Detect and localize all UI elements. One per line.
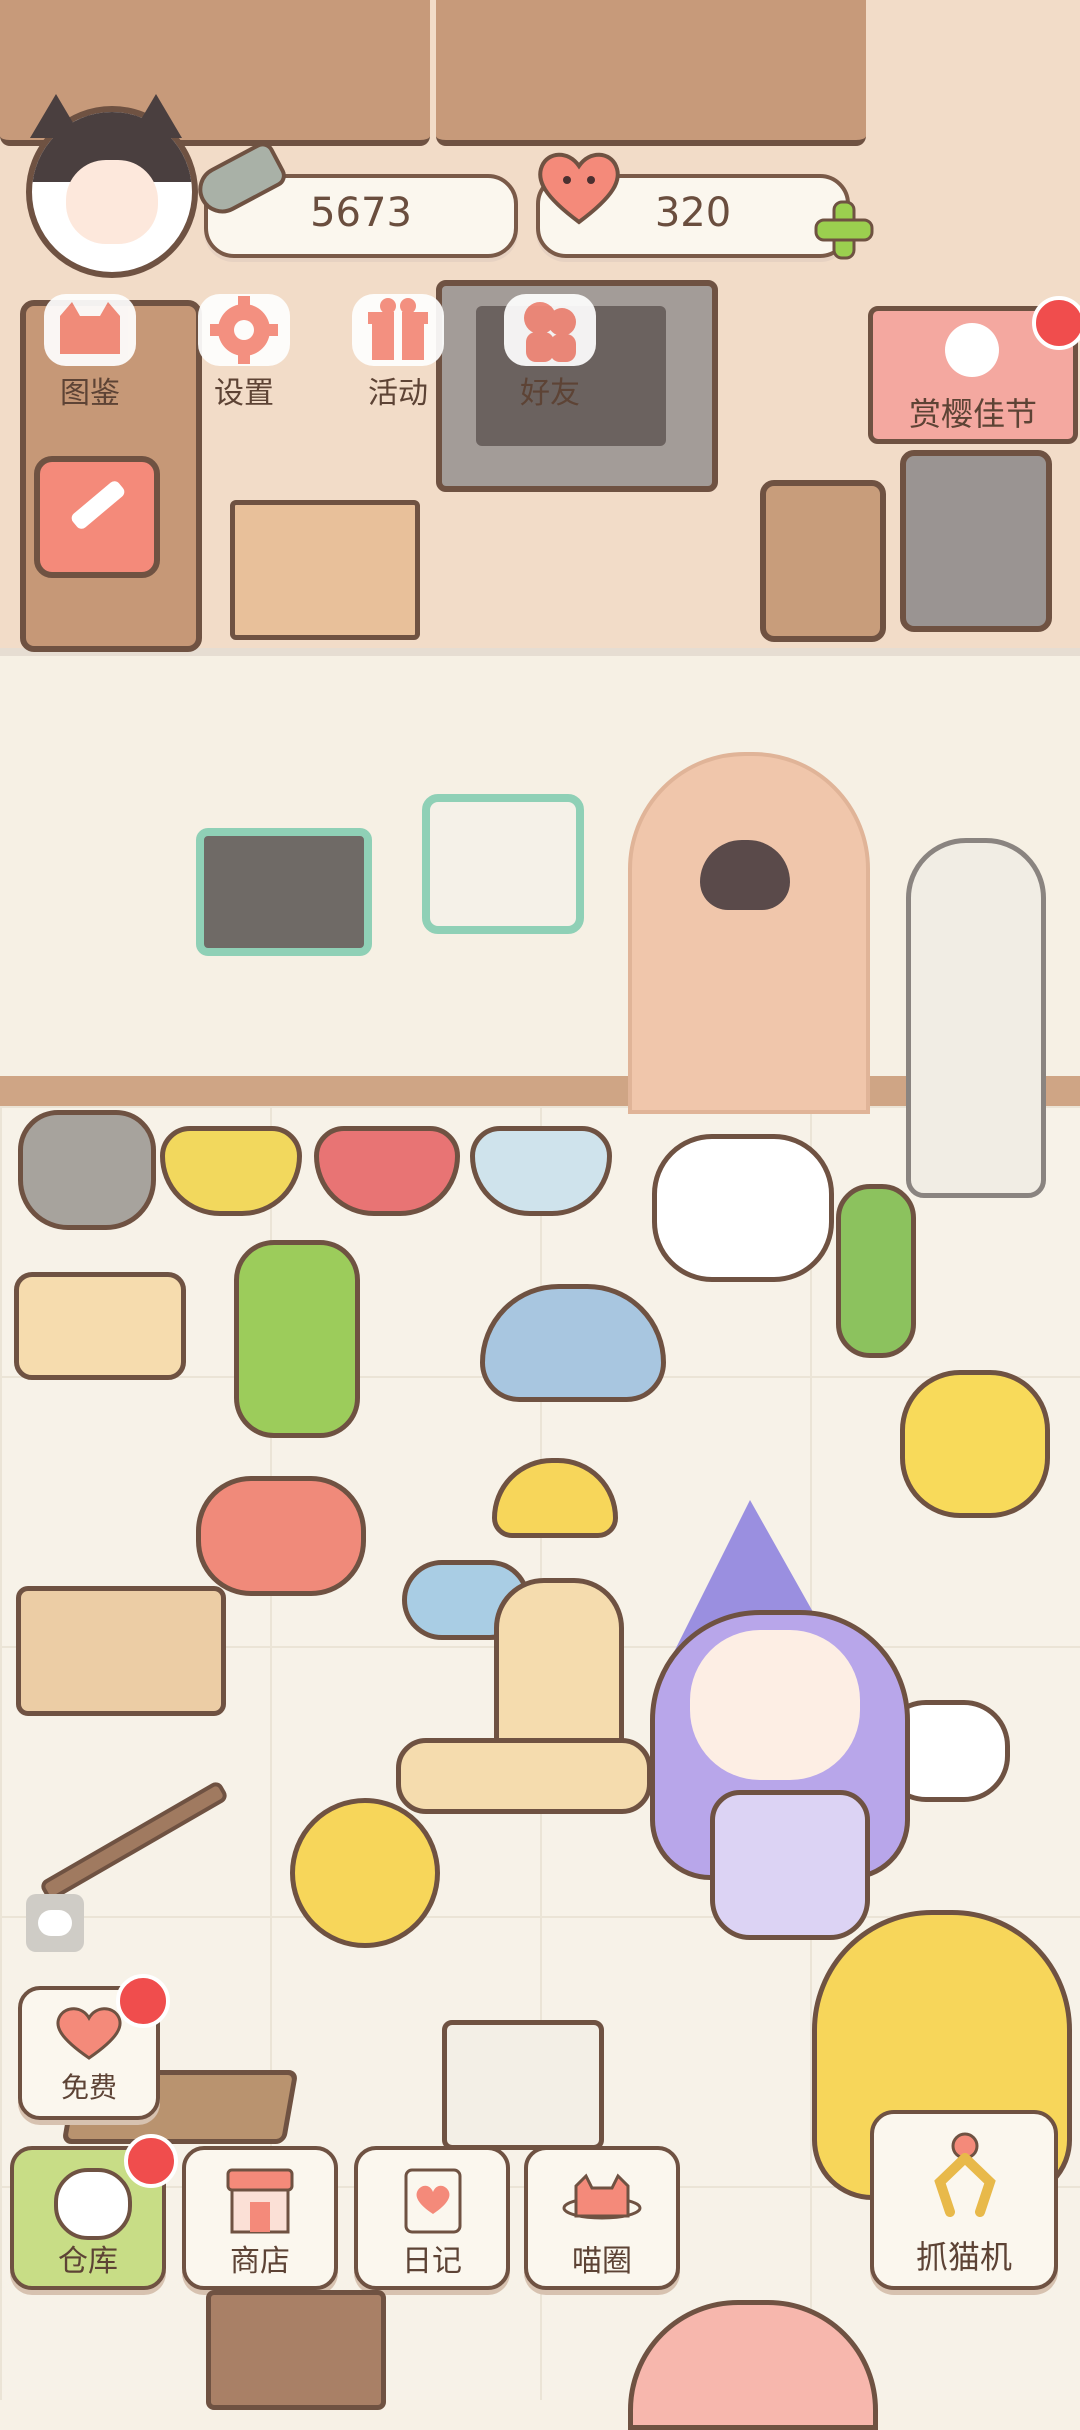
ufo-bed — [480, 1284, 666, 1402]
friends-button[interactable]: 好友 — [490, 288, 610, 411]
tree-base — [396, 1738, 652, 1814]
sakura-icon — [945, 323, 999, 377]
shop-icon — [224, 2166, 296, 2236]
heart-value: 320 — [654, 190, 732, 236]
storage-notification-dot — [124, 2134, 178, 2188]
diary-icon — [398, 2166, 468, 2236]
collection-label: 图鉴 — [60, 376, 120, 411]
sunflower-scratcher — [234, 1240, 360, 1438]
gear-icon — [198, 294, 290, 366]
heart-icon — [534, 146, 624, 226]
face — [690, 1630, 860, 1780]
events-label: 活动 — [368, 376, 428, 411]
bear-box — [16, 1586, 226, 1716]
small-stove — [900, 450, 1052, 632]
counter-middle — [436, 0, 866, 146]
event-notification-dot — [1032, 296, 1080, 350]
add-hearts-button[interactable] — [812, 198, 876, 262]
planet-ball — [290, 1798, 440, 1948]
cat-book-icon — [44, 294, 136, 366]
fish-picture-frame — [206, 2290, 386, 2410]
shop-button[interactable]: 商店 — [182, 2146, 338, 2290]
pencil-icon — [69, 478, 127, 532]
events-button[interactable]: 活动 — [338, 288, 458, 411]
shop-label: 商店 — [230, 2244, 290, 2279]
storage-label: 仓库 — [58, 2244, 118, 2279]
diary-button[interactable]: 日记 — [354, 2146, 510, 2290]
heart-gift-icon — [52, 2004, 126, 2060]
bunny-chalkboard — [196, 828, 372, 956]
catch-machine-label: 抓猫机 — [915, 2238, 1012, 2276]
yarn-balls — [196, 1476, 366, 1596]
moon-cat-tree — [396, 1458, 652, 1814]
catch-machine-button[interactable]: 抓猫机 — [870, 2110, 1058, 2290]
witch-girl-character[interactable] — [630, 1500, 950, 1970]
cactus-scratcher — [836, 1184, 916, 1358]
duck-float — [900, 1370, 1050, 1518]
edit-button[interactable] — [34, 456, 160, 578]
tulip-pot — [18, 1110, 156, 1230]
diary-label: 日记 — [402, 2244, 462, 2279]
cat-circle-button[interactable]: 喵圈 — [524, 2146, 680, 2290]
collection-button[interactable]: 图鉴 — [30, 288, 150, 411]
mortar-pot — [442, 2020, 604, 2150]
planet-cat-icon — [562, 2172, 642, 2232]
arched-doorway — [628, 752, 870, 1114]
collapse-toggle[interactable] — [26, 1894, 84, 1952]
coin-value: 5673 — [310, 190, 412, 236]
claw-icon — [920, 2132, 1010, 2218]
friends-label: 好友 — [520, 376, 580, 411]
free-notification-dot — [116, 1974, 170, 2028]
avatar-face — [66, 160, 158, 244]
hanging-cat-bell — [700, 840, 790, 910]
cat-circle-label: 喵圈 — [572, 2244, 632, 2279]
cloud-icon — [38, 1910, 72, 1936]
cat-tower-tube — [906, 838, 1046, 1198]
event-banner-label: 赏樱佳节 — [908, 395, 1037, 433]
settings-button[interactable]: 设置 — [184, 288, 304, 411]
dress — [710, 1790, 870, 1940]
storage-icon — [54, 2168, 132, 2240]
moon-shape — [492, 1458, 618, 1538]
friends-icon — [504, 294, 596, 366]
peach-crate — [230, 500, 420, 640]
cat-ear-left — [30, 94, 82, 138]
menu-board — [422, 794, 584, 934]
cat-ear-right — [130, 94, 182, 138]
bread-bed — [14, 1272, 186, 1380]
gift-icon — [352, 294, 444, 366]
paw-cushion — [652, 1134, 834, 1282]
wooden-bucket — [760, 480, 886, 642]
free-label: 免费 — [60, 2071, 117, 2104]
settings-label: 设置 — [214, 376, 274, 411]
